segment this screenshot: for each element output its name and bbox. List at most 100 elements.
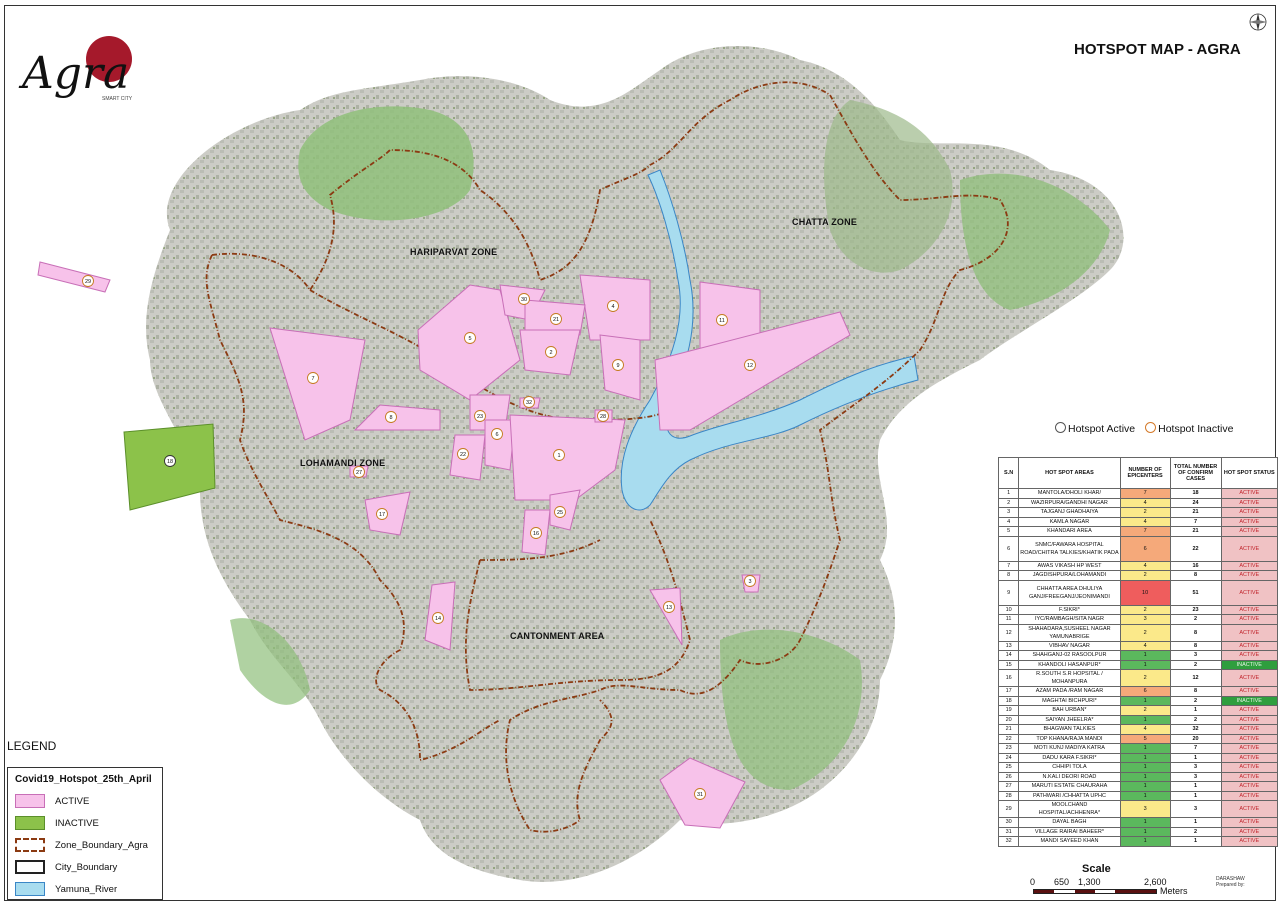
cell-area: MAGHTAI BICHPURI*: [1018, 695, 1121, 706]
hotspot-marker-4[interactable]: 4: [607, 300, 619, 312]
hotspot-marker-8[interactable]: 8: [385, 411, 397, 423]
table-row: 5 KHANDARI AREA 7 21 ACTIVE: [997, 526, 1279, 537]
cell-area: R.SOUTH S.R HOPSITAL / MOHANPURA: [1018, 669, 1121, 687]
hotspot-marker-14[interactable]: 14: [432, 612, 444, 624]
cell-epicenters: 2: [1119, 570, 1171, 581]
cell-area: IYC/RAMBAGH/SITA NAGR: [1018, 614, 1121, 625]
cell-status: ACTIVE: [1220, 705, 1279, 716]
hotspot-marker-9[interactable]: 9: [612, 359, 624, 371]
legend-item-city-boundary: City_Boundary: [15, 860, 117, 874]
cell-cases: 21: [1169, 507, 1222, 518]
cell-area: N.KALI DEORI ROAD: [1018, 771, 1121, 782]
legend-item-zone-boundary: Zone_Boundary_Agra: [15, 838, 148, 852]
cell-cases: 21: [1169, 526, 1222, 537]
hotspot-marker-18[interactable]: 18: [164, 455, 176, 467]
hotspot-marker-22[interactable]: 22: [457, 448, 469, 460]
hotspot-marker-7[interactable]: 7: [307, 372, 319, 384]
hotspot-marker-31[interactable]: 31: [694, 788, 706, 800]
hotspot-marker-25[interactable]: 25: [554, 506, 566, 518]
hotspot-marker-12[interactable]: 12: [744, 359, 756, 371]
hotspot-marker-5[interactable]: 5: [464, 332, 476, 344]
cell-status: ACTIVE: [1220, 800, 1279, 818]
cell-epicenters: 4: [1119, 724, 1171, 735]
hotspot-marker-label: 1: [557, 453, 560, 459]
hotspot-marker-label: 14: [435, 616, 441, 622]
hotspot-marker-28[interactable]: 28: [597, 410, 609, 422]
col-header-sn: S.N: [997, 457, 1020, 489]
cell-cases: 22: [1169, 535, 1222, 562]
hotspot-marker-32[interactable]: 32: [523, 396, 535, 408]
cell-status: ACTIVE: [1220, 686, 1279, 697]
table-header-row: S.N HOT SPOT AREAS NUMBER OF EPICENTERS …: [997, 457, 1279, 489]
cell-cases: 3: [1169, 800, 1222, 818]
hotspot-marker-21[interactable]: 21: [550, 313, 562, 325]
hotspot-marker-30[interactable]: 30: [518, 293, 530, 305]
cell-sn: 24: [997, 752, 1020, 763]
table-row: 1 MANTOLA/DHOLI KHAR/7 18 ACTIVE: [997, 488, 1279, 499]
hotspot-marker-17[interactable]: 17: [376, 508, 388, 520]
hotspot-marker-16[interactable]: 16: [530, 527, 542, 539]
scale-title: Scale: [1082, 863, 1111, 875]
hotspot-marker-13[interactable]: 13: [663, 601, 675, 613]
cell-epicenters: 1: [1119, 650, 1171, 661]
cell-sn: 32: [997, 836, 1020, 847]
hotspot-marker-11[interactable]: 11: [716, 314, 728, 326]
hotspot-marker-2[interactable]: 2: [545, 346, 557, 358]
cell-status: ACTIVE: [1220, 826, 1279, 837]
hotspot-marker-1[interactable]: 1: [553, 449, 565, 461]
table-row: 13 VIBHAV NAGAR 4 8 ACTIVE: [997, 640, 1279, 651]
cell-cases: 12: [1169, 669, 1222, 687]
cell-sn: 6: [997, 535, 1020, 562]
cell-sn: 18: [997, 695, 1020, 706]
legend-label-zone-boundary: Zone_Boundary_Agra: [55, 839, 148, 851]
cell-sn: 27: [997, 781, 1020, 792]
cell-status: ACTIVE: [1220, 614, 1279, 625]
cell-sn: 16: [997, 669, 1020, 687]
zone-label-cantonment: CANTONMENT AREA: [510, 631, 605, 641]
hotspot-area-29[interactable]: [37, 261, 111, 293]
hotspot-marker-23[interactable]: 23: [474, 410, 486, 422]
hotspot-marker-3[interactable]: 3: [744, 575, 756, 587]
hotspot-marker-label: 7: [311, 376, 314, 382]
cell-epicenters: 1: [1119, 836, 1171, 847]
cell-area: BAH URBAN*: [1018, 705, 1121, 716]
table-row: 12 SHAHADARA,SUSHEEL NAGAR YAMUNABRIGE 2 8 A…: [997, 623, 1279, 642]
cell-area: MOOLCHAND HOSPITAL/ACHHENRA*: [1018, 800, 1121, 818]
cell-status: ACTIVE: [1220, 640, 1279, 651]
cell-epicenters: 2: [1119, 604, 1171, 615]
legend-label-active: ACTIVE: [55, 795, 90, 807]
legend-swatch-inactive: [15, 816, 45, 830]
legend-label-yamuna-river: Yamuna_River: [55, 883, 118, 895]
col-header-area: HOT SPOT AREAS: [1018, 457, 1121, 489]
hotspot-marker-label: 22: [460, 452, 466, 458]
cell-sn: 7: [997, 560, 1020, 571]
cell-cases: 1: [1169, 705, 1222, 716]
cell-epicenters: 4: [1119, 516, 1171, 527]
hotspot-table: S.N HOT SPOT AREAS NUMBER OF EPICENTERS …: [997, 457, 1279, 847]
cell-sn: 23: [997, 743, 1020, 754]
hotspot-marker-label: 6: [495, 432, 498, 438]
hotspot-marker-label: 25: [557, 510, 563, 516]
scale-tick: 650: [1054, 877, 1070, 887]
hotspot-marker-27[interactable]: 27: [353, 466, 365, 478]
hotspot-marker-29[interactable]: 29: [82, 275, 94, 287]
cell-sn: 30: [997, 817, 1020, 828]
cell-status: ACTIVE: [1220, 507, 1279, 518]
logo-subtext: SMART CITY: [102, 96, 133, 102]
zone-label-lohamandi: LOHAMANDI ZONE: [300, 458, 386, 468]
cell-epicenters: 2: [1119, 507, 1171, 518]
cell-sn: 26: [997, 771, 1020, 782]
cell-area: CHHIPI TOLA: [1018, 762, 1121, 773]
cell-sn: 11: [997, 614, 1020, 625]
agra-smart-city-logo: Agra SMART CITY: [18, 36, 158, 120]
map-title: HOTSPOT MAP - AGRA: [1074, 41, 1241, 58]
zone-label-hariparvat: HARIPARVAT ZONE: [410, 247, 498, 257]
cell-cases: 3: [1169, 650, 1222, 661]
cell-epicenters: 1: [1119, 826, 1171, 837]
cell-cases: 20: [1169, 733, 1222, 744]
table-row: 19 BAH URBAN* 2 1 ACTIVE: [997, 705, 1279, 716]
cell-status: ACTIVE: [1220, 579, 1279, 606]
cell-sn: 3: [997, 507, 1020, 518]
cell-epicenters: 3: [1119, 614, 1171, 625]
hotspot-marker-6[interactable]: 6: [491, 428, 503, 440]
